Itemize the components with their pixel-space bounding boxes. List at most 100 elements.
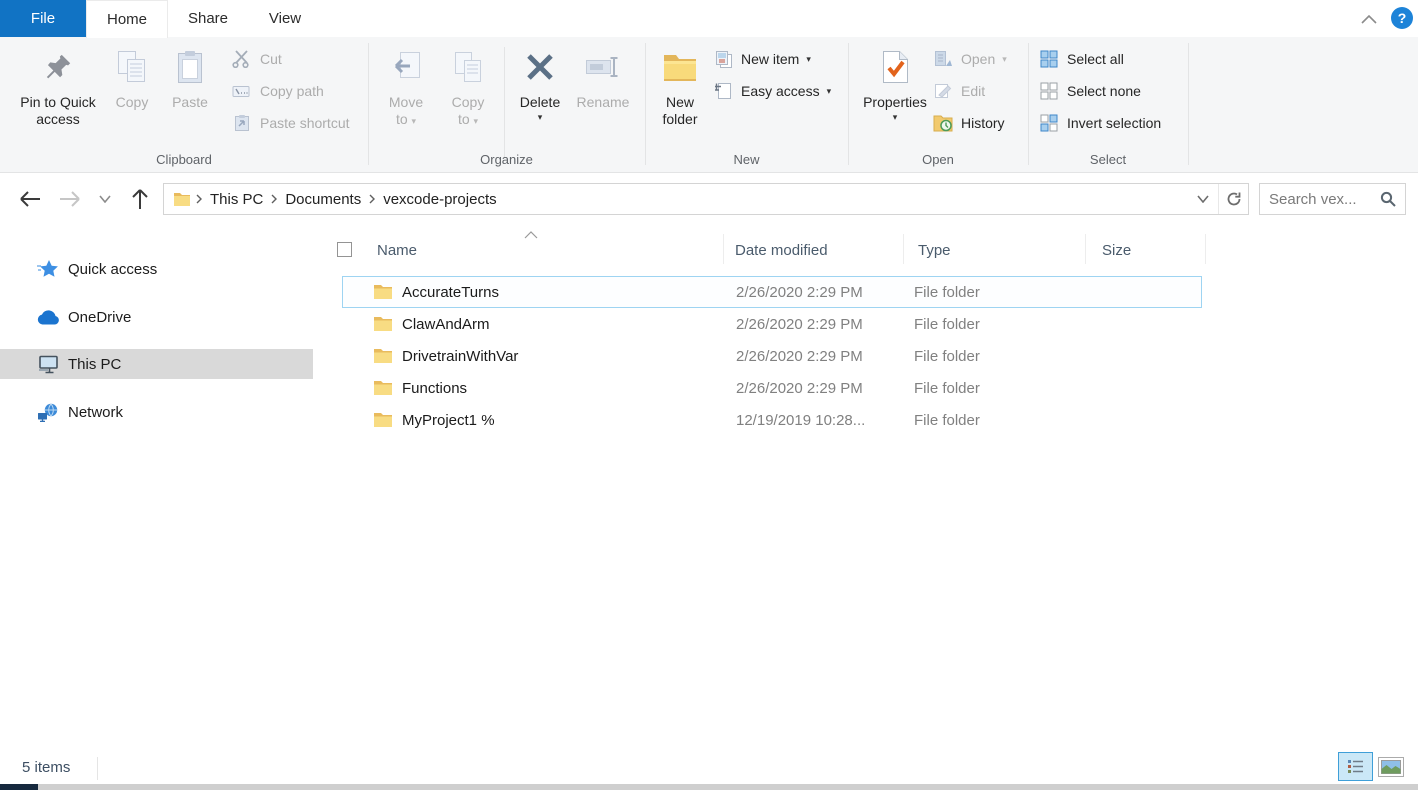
breadcrumb-chevron-icon [196, 194, 202, 204]
onedrive-cloud-icon [36, 309, 60, 325]
column-separator[interactable] [1085, 234, 1086, 264]
file-name: ClawAndArm [402, 316, 736, 333]
paste-button[interactable]: Paste [163, 43, 217, 165]
sidebar-item-label: Network [68, 404, 123, 421]
window-edge-accent [0, 784, 38, 790]
group-label-clipboard: Clipboard [0, 152, 368, 167]
column-header-size[interactable]: Size [1102, 242, 1131, 259]
sidebar-item-network[interactable]: Network [0, 397, 313, 427]
dropdown-caret-icon: ▾ [827, 87, 832, 96]
sidebar-item-this-pc[interactable]: This PC [0, 349, 313, 379]
help-icon[interactable]: ? [1391, 7, 1413, 29]
back-icon[interactable] [14, 184, 46, 214]
dropdown-caret-icon: ▾ [1002, 55, 1007, 64]
recent-locations-icon[interactable] [94, 184, 116, 214]
ribbon-tab-strip: File Home Share View ? [0, 0, 1418, 37]
dropdown-caret-icon: ▾ [806, 55, 811, 64]
column-separator[interactable] [903, 234, 904, 264]
rename-icon [585, 48, 621, 86]
breadcrumb-this-pc[interactable]: This PC [207, 191, 266, 208]
pin-to-quick-access-button[interactable]: Pin to Quickaccess [13, 43, 103, 165]
properties-button[interactable]: Properties ▾ [860, 43, 930, 165]
select-all-button[interactable]: Select all [1038, 46, 1124, 72]
status-divider [97, 757, 98, 780]
copy-to-button[interactable]: Copyto ▾ [439, 43, 497, 165]
select-all-checkbox[interactable] [337, 242, 352, 257]
group-label-new: New [645, 152, 848, 167]
edit-button[interactable]: Edit [932, 78, 985, 104]
file-type: File folder [914, 284, 1098, 301]
tab-view[interactable]: View [248, 0, 322, 37]
copy-path-button[interactable]: Copy path [231, 78, 324, 104]
column-separator[interactable] [723, 234, 724, 264]
file-name: AccurateTurns [402, 284, 736, 301]
forward-icon[interactable] [54, 184, 86, 214]
new-item-button[interactable]: New item ▾ [712, 46, 811, 72]
column-separator[interactable] [1205, 234, 1206, 264]
open-button[interactable]: Open ▾ [932, 46, 1007, 72]
group-label-open: Open [848, 152, 1028, 167]
sidebar-item-label: OneDrive [68, 309, 131, 326]
copy-icon [117, 48, 147, 86]
breadcrumb-documents[interactable]: Documents [282, 191, 364, 208]
search-box [1259, 183, 1406, 215]
ribbon: Pin to Quickaccess Copy Paste Cut Copy p… [0, 37, 1418, 173]
easy-access-button[interactable]: Easy access ▾ [712, 78, 831, 104]
file-row[interactable]: DrivetrainWithVar 2/26/2020 2:29 PM File… [342, 340, 1202, 372]
file-row[interactable]: Functions 2/26/2020 2:29 PM File folder [342, 372, 1202, 404]
new-folder-button[interactable]: Newfolder [650, 43, 710, 165]
tab-home[interactable]: Home [86, 0, 168, 38]
sidebar-item-quick-access[interactable]: Quick access [0, 254, 313, 284]
paste-shortcut-button[interactable]: Paste shortcut [231, 110, 350, 136]
copy-button[interactable]: Copy [105, 43, 159, 165]
invert-selection-button[interactable]: Invert selection [1038, 110, 1161, 136]
item-count: 5 items [22, 759, 70, 776]
edit-icon [932, 82, 954, 100]
refresh-icon[interactable] [1218, 184, 1248, 214]
sidebar-item-onedrive[interactable]: OneDrive [0, 302, 313, 332]
select-none-button[interactable]: Select none [1038, 78, 1141, 104]
address-dropdown-icon[interactable] [1188, 184, 1218, 214]
column-header-row: Name Date modified Type Size [330, 228, 1418, 270]
sidebar-item-label: This PC [68, 356, 121, 373]
quick-access-star-icon [36, 259, 60, 279]
sidebar-item-label: Quick access [68, 261, 157, 278]
tab-share[interactable]: Share [168, 0, 248, 37]
search-icon[interactable] [1380, 191, 1396, 207]
status-bar: 5 items [0, 752, 1418, 784]
cut-button[interactable]: Cut [231, 46, 282, 72]
scissors-icon [231, 50, 253, 68]
address-bar[interactable]: This PC Documents vexcode-projects [163, 183, 1249, 215]
large-icons-view-button[interactable] [1378, 757, 1404, 777]
file-date-modified: 2/26/2020 2:29 PM [736, 380, 914, 397]
move-to-icon [391, 48, 421, 86]
file-date-modified: 2/26/2020 2:29 PM [736, 348, 914, 365]
history-button[interactable]: History [932, 110, 1005, 136]
file-row[interactable]: MyProject1 % 12/19/2019 10:28... File fo… [342, 404, 1202, 436]
file-row[interactable]: ClawAndArm 2/26/2020 2:29 PM File folder [342, 308, 1202, 340]
column-header-type[interactable]: Type [918, 242, 951, 259]
breadcrumb-vexcode-projects[interactable]: vexcode-projects [380, 191, 499, 208]
file-name: Functions [402, 380, 736, 397]
move-to-button[interactable]: Moveto ▾ [377, 43, 435, 165]
address-folder-icon [173, 192, 191, 207]
delete-button[interactable]: Delete ▾ [512, 43, 568, 165]
invert-selection-icon [1038, 114, 1060, 132]
rename-button[interactable]: Rename [570, 43, 636, 165]
up-icon[interactable] [124, 184, 156, 214]
file-row[interactable]: AccurateTurns 2/26/2020 2:29 PM File fol… [342, 276, 1202, 308]
pushpin-icon [43, 48, 73, 86]
minimize-ribbon-icon[interactable] [1355, 8, 1383, 30]
file-date-modified: 12/19/2019 10:28... [736, 412, 914, 429]
file-type: File folder [914, 316, 1098, 333]
column-header-date-modified[interactable]: Date modified [735, 242, 828, 259]
folder-icon [373, 316, 393, 332]
column-header-name[interactable]: Name [377, 242, 417, 259]
file-explorer-window: File Home Share View ? Pin to Quickacces… [0, 0, 1418, 790]
this-pc-monitor-icon [36, 355, 60, 374]
details-view-button[interactable] [1338, 752, 1373, 781]
file-type: File folder [914, 380, 1098, 397]
search-input[interactable] [1269, 191, 1374, 208]
folder-icon [373, 284, 393, 300]
tab-file[interactable]: File [0, 0, 86, 37]
